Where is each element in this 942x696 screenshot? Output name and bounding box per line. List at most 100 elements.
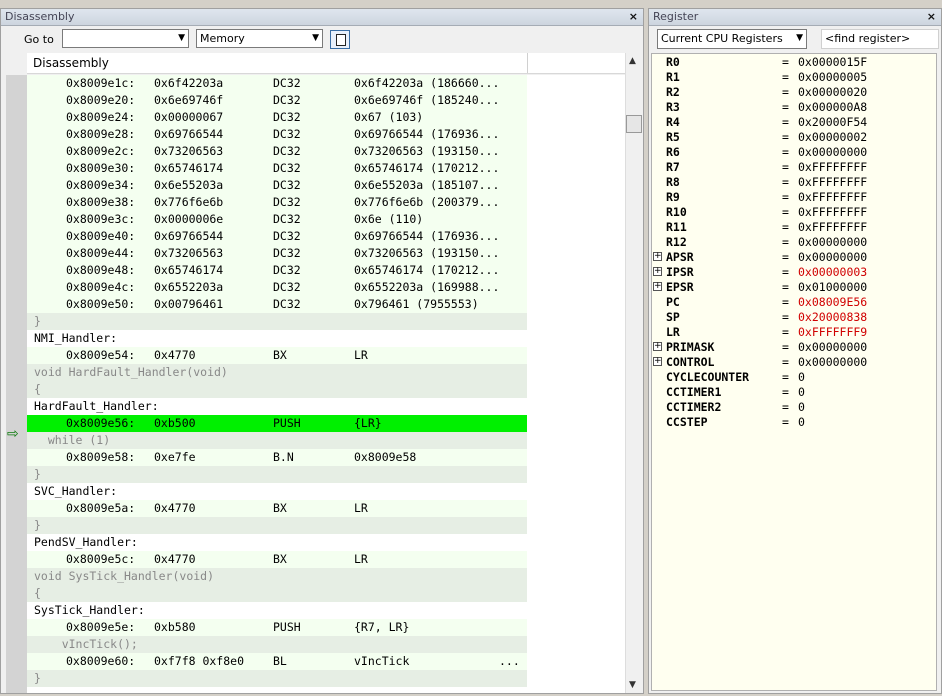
register-row[interactable]: SP = 0x20000838: [652, 310, 936, 325]
plus-box-icon[interactable]: +: [653, 267, 662, 276]
register-value[interactable]: 0x00000002: [798, 130, 867, 145]
instruction-row[interactable]: 0x8009e54: 0x4770 BX LR: [27, 347, 527, 364]
register-row[interactable]: R7 = 0xFFFFFFFF: [652, 160, 936, 175]
register-row[interactable]: + IPSR = 0x00000003: [652, 265, 936, 280]
register-row[interactable]: R3 = 0x000000A8: [652, 100, 936, 115]
memory-select[interactable]: Memory ▼: [196, 29, 323, 48]
instruction-row[interactable]: 0x8009e3c: 0x0000006e DC32 0x6e (110): [27, 211, 527, 228]
breakpoint-gutter[interactable]: [6, 75, 27, 693]
register-row[interactable]: R10 = 0xFFFFFFFF: [652, 205, 936, 220]
register-value[interactable]: 0: [798, 415, 805, 430]
register-row[interactable]: R12 = 0x00000000: [652, 235, 936, 250]
register-value[interactable]: 0x00000000: [798, 250, 867, 265]
register-value[interactable]: 0xFFFFFFF9: [798, 325, 867, 340]
current-instruction-row[interactable]: 0x8009e56: 0xb500 PUSH {LR}: [27, 415, 527, 432]
plus-box-icon[interactable]: +: [653, 282, 662, 291]
instruction-row[interactable]: 0x8009e40: 0x69766544 DC32 0x69766544 (1769…: [27, 228, 527, 245]
source-row[interactable]: void SysTick_Handler(void): [27, 568, 527, 585]
instruction-row[interactable]: 0x8009e50: 0x00796461 DC32 0x796461 (795555…: [27, 296, 527, 313]
find-register-input[interactable]: <find register>: [821, 29, 939, 49]
label-row[interactable]: SVC_Handler:: [27, 483, 527, 500]
plus-box-icon[interactable]: +: [653, 357, 662, 366]
chevron-down-icon[interactable]: ▼: [312, 30, 319, 47]
source-row[interactable]: while (1): [27, 432, 527, 449]
register-value[interactable]: 0xFFFFFFFF: [798, 220, 867, 235]
instruction-row[interactable]: 0x8009e58: 0xe7fe B.N 0x8009e58: [27, 449, 527, 466]
disassembly-scrollbar[interactable]: ▲ ▼: [625, 53, 642, 693]
register-row[interactable]: R5 = 0x00000002: [652, 130, 936, 145]
source-row[interactable]: {: [27, 585, 527, 602]
label-row[interactable]: HardFault_Handler:: [27, 398, 527, 415]
scroll-up-icon[interactable]: ▲: [629, 56, 636, 66]
source-row[interactable]: }: [27, 517, 527, 534]
instruction-row[interactable]: 0x8009e5e: 0xb580 PUSH {R7, LR}: [27, 619, 527, 636]
register-row[interactable]: + APSR = 0x00000000: [652, 250, 936, 265]
scroll-down-icon[interactable]: ▼: [629, 680, 636, 690]
register-row[interactable]: + CONTROL = 0x00000000: [652, 355, 936, 370]
register-value[interactable]: 0x00000003: [798, 265, 867, 280]
register-row[interactable]: + PRIMASK = 0x00000000: [652, 340, 936, 355]
register-group-select[interactable]: Current CPU Registers ▼: [657, 29, 807, 49]
register-value[interactable]: 0x20000838: [798, 310, 867, 325]
register-row[interactable]: CCSTEP = 0: [652, 415, 936, 430]
register-value[interactable]: 0x00000000: [798, 145, 867, 160]
plus-box-icon[interactable]: +: [653, 342, 662, 351]
register-value[interactable]: 0x00000005: [798, 70, 867, 85]
register-row[interactable]: R8 = 0xFFFFFFFF: [652, 175, 936, 190]
register-row[interactable]: LR = 0xFFFFFFF9: [652, 325, 936, 340]
instruction-row[interactable]: 0x8009e5c: 0x4770 BX LR: [27, 551, 527, 568]
register-value[interactable]: 0x00000020: [798, 85, 867, 100]
chevron-down-icon[interactable]: ▼: [796, 30, 803, 47]
register-value[interactable]: 0x00000000: [798, 355, 867, 370]
close-icon[interactable]: ×: [629, 9, 638, 25]
label-row[interactable]: SysTick_Handler:: [27, 602, 527, 619]
source-row[interactable]: }: [27, 313, 527, 330]
register-value[interactable]: 0x00000000: [798, 235, 867, 250]
instruction-row[interactable]: 0x8009e24: 0x00000067 DC32 0x67 (103): [27, 109, 527, 126]
label-row[interactable]: PendSV_Handler:: [27, 534, 527, 551]
source-row[interactable]: vIncTick();: [27, 636, 527, 653]
instruction-row[interactable]: 0x8009e5a: 0x4770 BX LR: [27, 500, 527, 517]
instruction-row[interactable]: 0x8009e48: 0x65746174 DC32 0x65746174 (1702…: [27, 262, 527, 279]
register-row[interactable]: R1 = 0x00000005: [652, 70, 936, 85]
instruction-row[interactable]: 0x8009e20: 0x6e69746f DC32 0x6e69746f (1852…: [27, 92, 527, 109]
register-value[interactable]: 0x0000015F: [798, 55, 867, 70]
register-value[interactable]: 0: [798, 400, 805, 415]
register-value[interactable]: 0xFFFFFFFF: [798, 190, 867, 205]
register-value[interactable]: 0x08009E56: [798, 295, 867, 310]
source-row[interactable]: }: [27, 670, 527, 687]
close-icon[interactable]: ×: [927, 9, 936, 25]
register-value[interactable]: 0xFFFFFFFF: [798, 160, 867, 175]
instruction-row[interactable]: 0x8009e44: 0x73206563 DC32 0x73206563 (1931…: [27, 245, 527, 262]
disassembly-listing[interactable]: 0x8009e1c: 0x6f42203a DC32 0x6f42203a (1866…: [27, 75, 625, 693]
instruction-row[interactable]: 0x8009e28: 0x69766544 DC32 0x69766544 (1769…: [27, 126, 527, 143]
register-row[interactable]: CYCLECOUNTER = 0: [652, 370, 936, 385]
instruction-row[interactable]: 0x8009e1c: 0x6f42203a DC32 0x6f42203a (1866…: [27, 75, 527, 92]
register-row[interactable]: R9 = 0xFFFFFFFF: [652, 190, 936, 205]
register-row[interactable]: R4 = 0x20000F54: [652, 115, 936, 130]
register-value[interactable]: 0x00000000: [798, 340, 867, 355]
register-row[interactable]: + EPSR = 0x01000000: [652, 280, 936, 295]
instruction-row[interactable]: 0x8009e4c: 0x6552203a DC32 0x6552203a (1699…: [27, 279, 527, 296]
label-row[interactable]: NMI_Handler:: [27, 330, 527, 347]
register-value[interactable]: 0: [798, 370, 805, 385]
register-value[interactable]: 0xFFFFFFFF: [798, 205, 867, 220]
instruction-row[interactable]: 0x8009e34: 0x6e55203a DC32 0x6e55203a (1851…: [27, 177, 527, 194]
instruction-row[interactable]: 0x8009e38: 0x776f6e6b DC32 0x776f6e6b (2003…: [27, 194, 527, 211]
register-row[interactable]: R0 = 0x0000015F: [652, 55, 936, 70]
register-value[interactable]: 0: [798, 385, 805, 400]
register-value[interactable]: 0xFFFFFFFF: [798, 175, 867, 190]
source-row[interactable]: void HardFault_Handler(void): [27, 364, 527, 381]
register-row[interactable]: CCTIMER2 = 0: [652, 400, 936, 415]
instruction-row[interactable]: 0x8009e2c: 0x73206563 DC32 0x73206563 (1931…: [27, 143, 527, 160]
chevron-down-icon[interactable]: ▼: [178, 30, 185, 47]
register-value[interactable]: 0x000000A8: [798, 100, 867, 115]
document-icon[interactable]: [330, 30, 350, 49]
source-row[interactable]: }: [27, 466, 527, 483]
register-row[interactable]: R2 = 0x00000020: [652, 85, 936, 100]
register-value[interactable]: 0x20000F54: [798, 115, 867, 130]
scrollbar-thumb[interactable]: [626, 115, 642, 133]
register-row[interactable]: R11 = 0xFFFFFFFF: [652, 220, 936, 235]
register-row[interactable]: CCTIMER1 = 0: [652, 385, 936, 400]
column-separator[interactable]: [527, 53, 528, 73]
